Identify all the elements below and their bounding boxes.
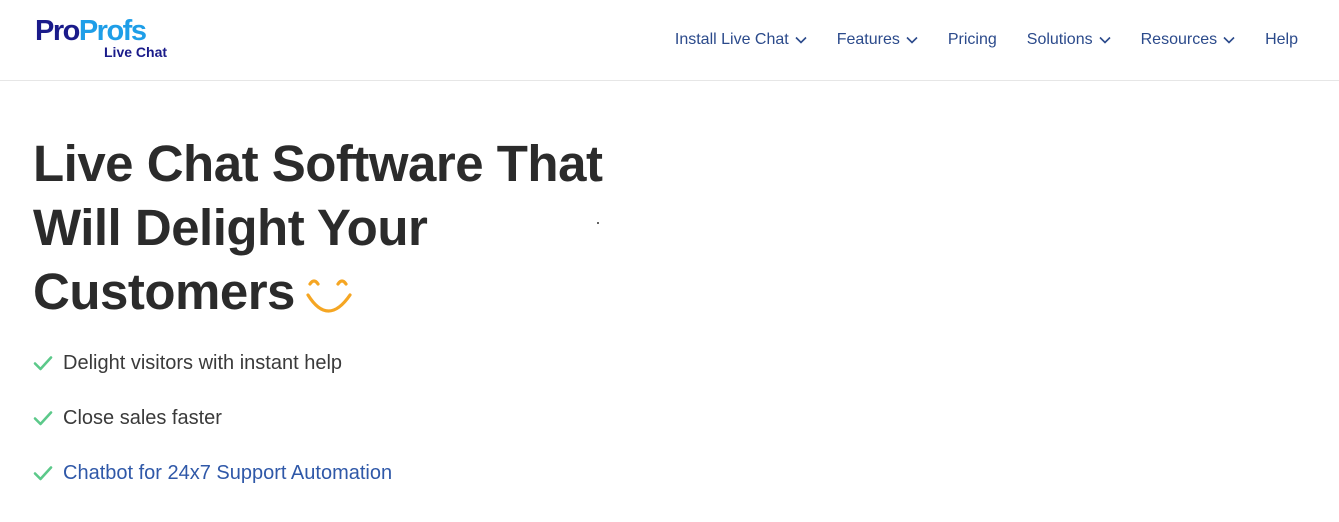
nav-item-label: Resources <box>1140 31 1218 48</box>
main-nav: Install Live Chat Features Pricing Solut… <box>675 29 1298 51</box>
logo-part-pro: Pro <box>35 15 80 47</box>
logo-subtitle: Live Chat <box>104 44 168 60</box>
hero-title-line-3: Customers <box>33 260 673 324</box>
nav-item-label: Help <box>1265 31 1298 48</box>
chevron-down-icon <box>795 36 807 44</box>
nav-item-label: Features <box>836 31 900 48</box>
list-item: Delight visitors with instant help <box>33 348 392 378</box>
nav-item-resources[interactable]: Resources <box>1141 31 1235 49</box>
list-item: Close sales faster <box>33 403 392 433</box>
decorative-dot <box>597 222 599 224</box>
nav-item-install-live-chat[interactable]: Install Live Chat <box>675 31 807 49</box>
nav-item-features[interactable]: Features <box>837 31 918 49</box>
logo-part-profs: Profs <box>78 15 147 47</box>
hero-title-line: Live Chat Software That <box>33 135 603 192</box>
nav-item-pricing[interactable]: Pricing <box>948 31 997 49</box>
smile-icon <box>305 270 353 314</box>
site-header: ProProfs Live Chat Install Live Chat Fea… <box>0 0 1339 81</box>
nav-item-solutions[interactable]: Solutions <box>1027 31 1111 49</box>
nav-item-help[interactable]: Help <box>1265 31 1298 49</box>
bullet-text: Delight visitors with instant help <box>63 351 343 374</box>
chevron-down-icon <box>1099 36 1111 44</box>
nav-item-label: Pricing <box>947 31 997 48</box>
page: ProProfs Live Chat Install Live Chat Fea… <box>0 0 1339 522</box>
hero-title-line-text: Customers <box>33 263 295 320</box>
chatbot-link[interactable]: Chatbot for 24x7 Support Automation <box>63 462 392 485</box>
list-item: Chatbot for 24x7 Support Automation <box>33 458 392 488</box>
chevron-down-icon <box>1223 36 1235 44</box>
chevron-down-icon <box>906 36 918 44</box>
bullet-text: Close sales faster <box>63 406 222 429</box>
proprofs-live-chat-logo[interactable]: ProProfs Live Chat <box>35 15 175 63</box>
check-icon <box>33 356 53 371</box>
nav-item-label: Install Live Chat <box>674 31 789 48</box>
hero-title: Live Chat Software That Will Delight You… <box>33 132 673 324</box>
check-icon <box>33 466 53 481</box>
check-icon <box>33 411 53 426</box>
logo-wordmark: ProProfs <box>35 15 147 47</box>
feature-bullets: Delight visitors with instant help Close… <box>33 348 392 513</box>
nav-item-label: Solutions <box>1026 31 1093 48</box>
hero-title-line: Will Delight Your <box>33 199 428 256</box>
